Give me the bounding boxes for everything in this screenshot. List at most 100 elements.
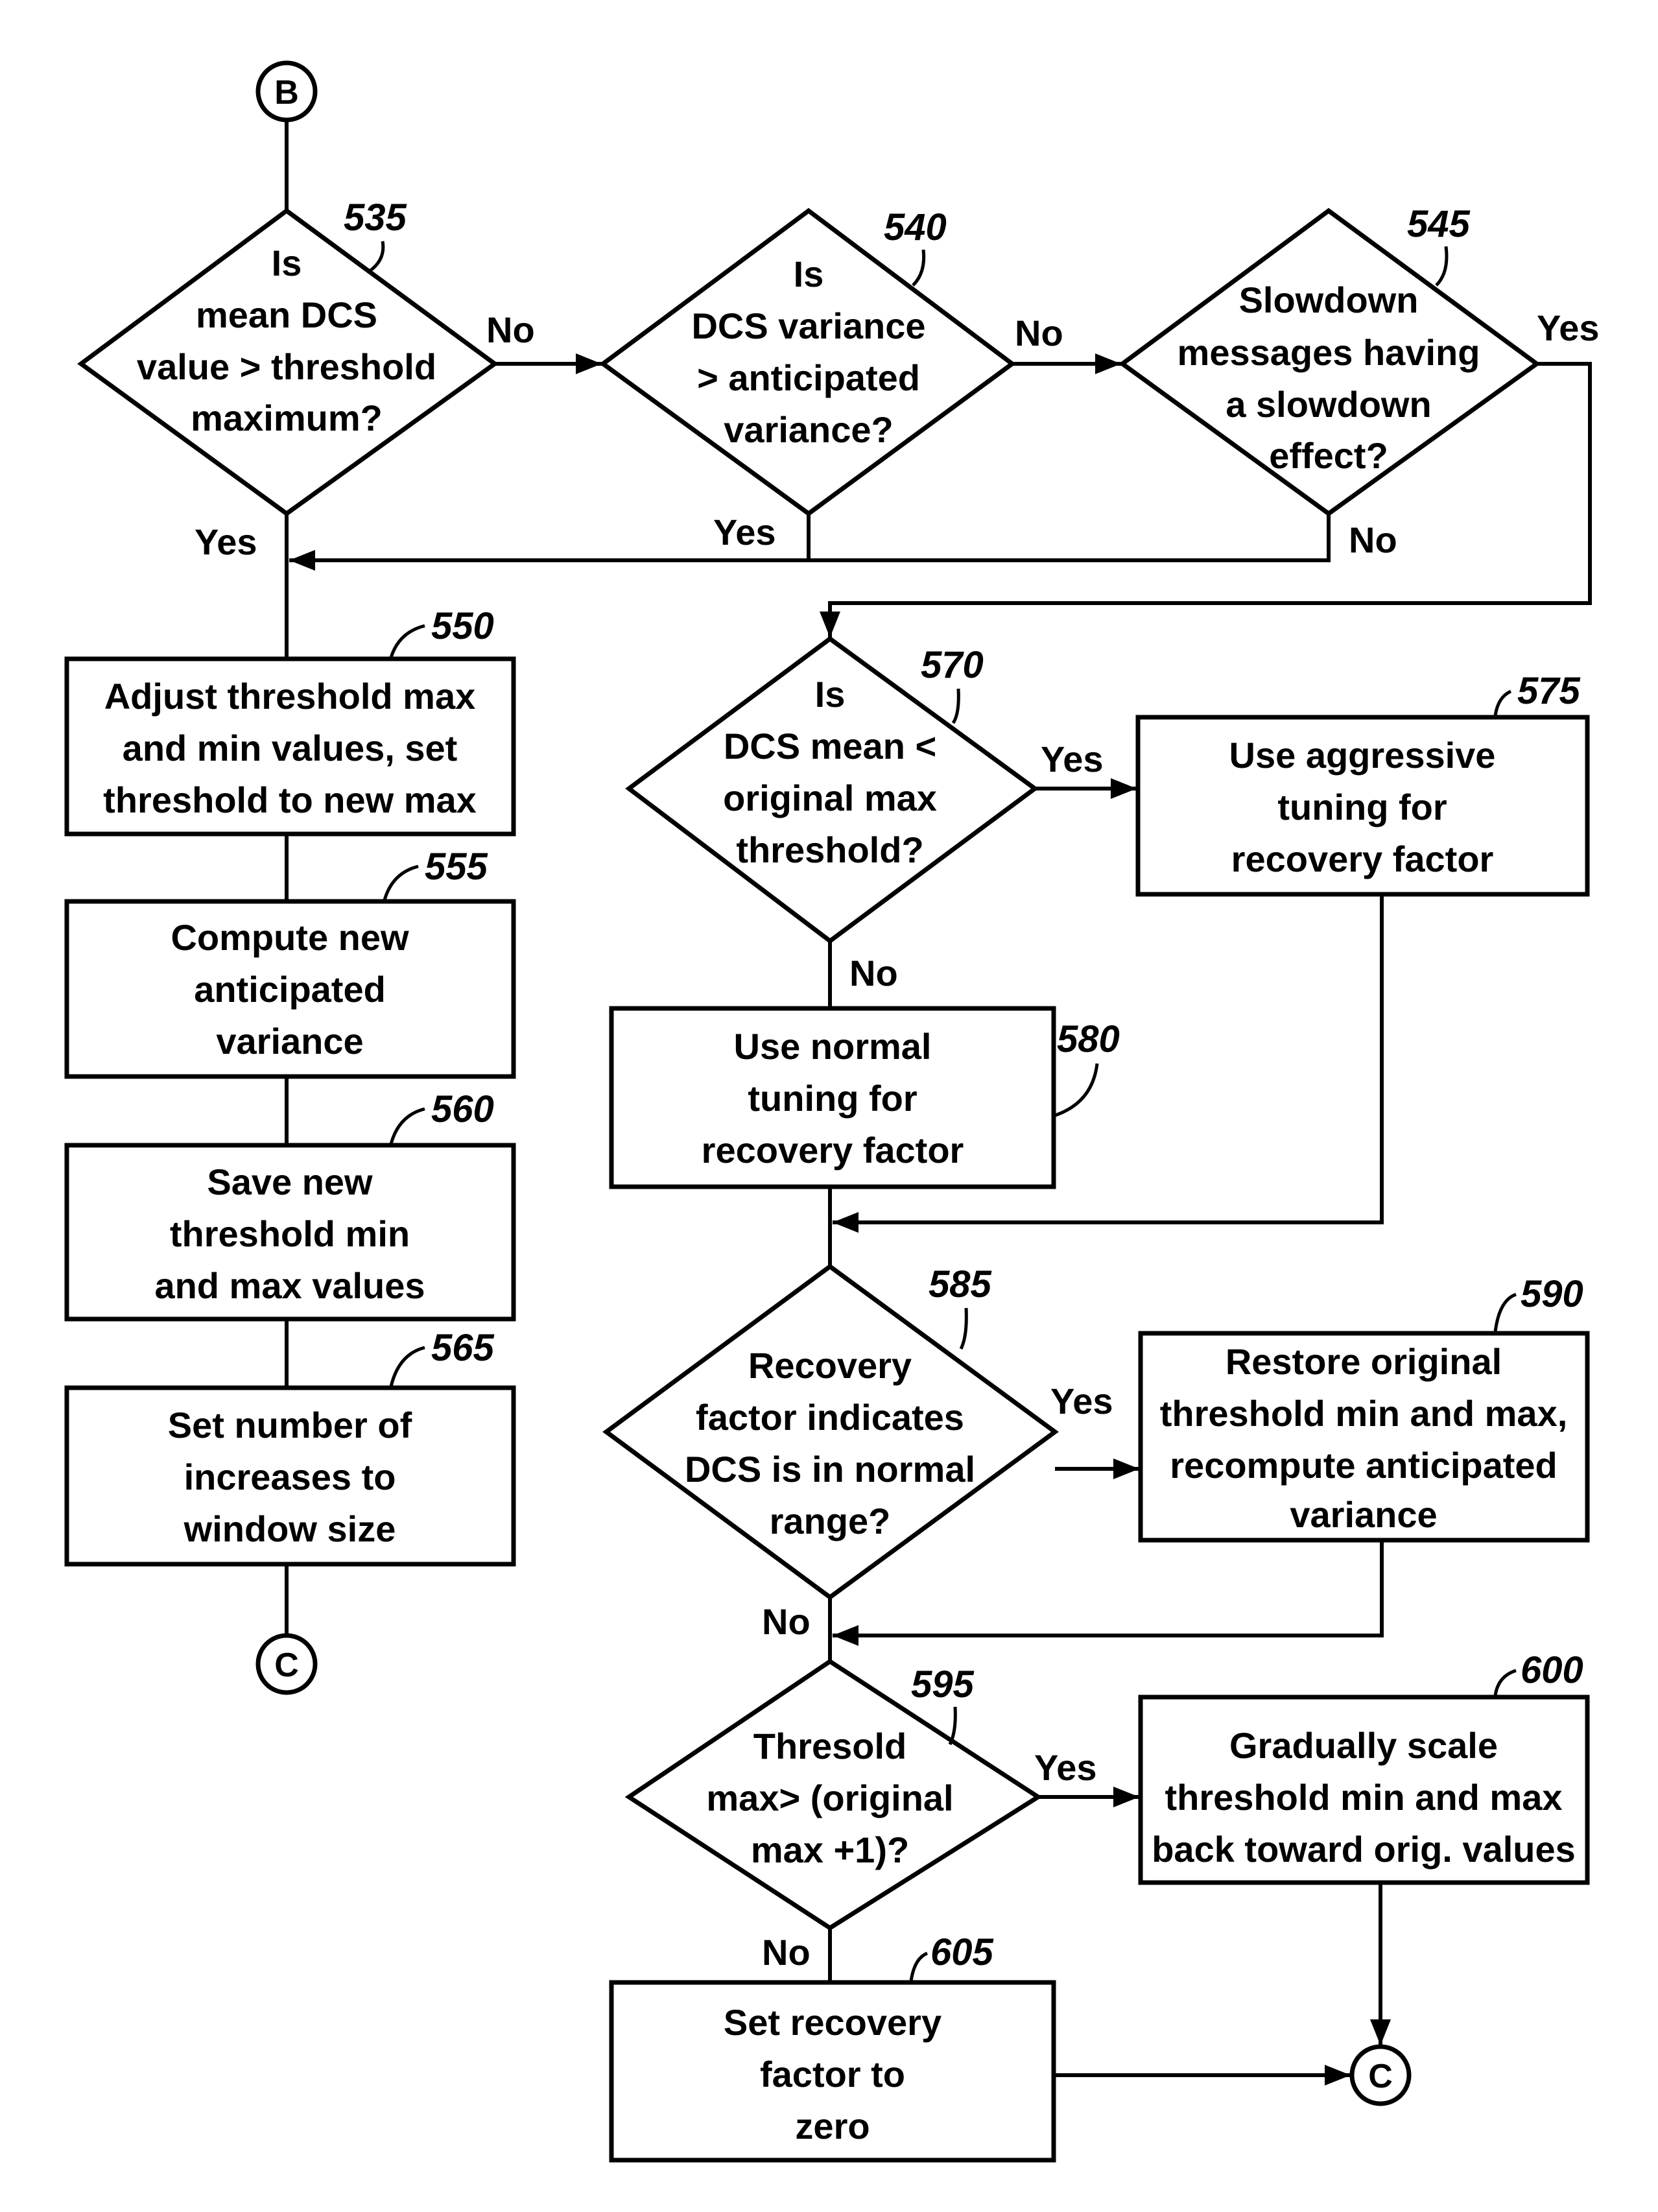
node-text: Use aggressive bbox=[1229, 735, 1496, 776]
node-text: threshold to new max bbox=[103, 779, 477, 820]
ref-570: 570 bbox=[921, 644, 984, 686]
node-text: Adjust threshold max bbox=[104, 676, 476, 717]
node-text: Use normal bbox=[734, 1026, 932, 1067]
node-text: Set number of bbox=[168, 1405, 412, 1445]
label-570-yes: Yes bbox=[1041, 739, 1104, 779]
label-535-no: No bbox=[486, 309, 535, 350]
node-text: tuning for bbox=[748, 1078, 917, 1119]
ref-595: 595 bbox=[911, 1663, 975, 1706]
node-text: maximum? bbox=[191, 398, 383, 438]
node-text: mean DCS bbox=[196, 294, 377, 335]
node-text: back toward orig. values bbox=[1152, 1829, 1576, 1870]
node-text: Set recovery bbox=[724, 2002, 942, 2043]
process-580: Use normal tuning for recovery factor bbox=[609, 1006, 1056, 1189]
node-text: effect? bbox=[1269, 435, 1388, 476]
process-555: Compute new anticipated variance bbox=[64, 899, 516, 1079]
connector-label: B bbox=[274, 74, 299, 112]
ref-585: 585 bbox=[929, 1263, 992, 1305]
node-text: window size bbox=[184, 1508, 396, 1549]
ref-535: 535 bbox=[344, 196, 407, 239]
decision-540: Is DCS variance > anticipated variance? bbox=[599, 208, 1016, 517]
node-text: Is bbox=[272, 243, 302, 283]
ref-575: 575 bbox=[1517, 670, 1581, 712]
node-text: Slowdown bbox=[1239, 279, 1419, 320]
node-text: Recovery bbox=[748, 1345, 912, 1386]
label-585-no: No bbox=[762, 1601, 811, 1642]
node-text: value > threshold bbox=[137, 346, 436, 387]
label-545-yes: Yes bbox=[1537, 307, 1600, 348]
process-575: Use aggressive tuning for recovery facto… bbox=[1135, 715, 1590, 897]
decision-535: Is mean DCS value > threshold maximum? bbox=[77, 208, 499, 517]
ref-605: 605 bbox=[930, 1931, 994, 1973]
node-text: max +1)? bbox=[751, 1829, 909, 1870]
decision-585: Recovery factor indicates DCS is in norm… bbox=[602, 1263, 1059, 1600]
node-text: range? bbox=[770, 1501, 891, 1541]
node-text: threshold? bbox=[736, 829, 923, 870]
process-600: Gradually scale threshold min and max ba… bbox=[1138, 1695, 1590, 1885]
ref-580: 580 bbox=[1057, 1018, 1120, 1060]
connector-label: C bbox=[1368, 2058, 1393, 2095]
process-560: Save new threshold min and max values bbox=[64, 1143, 516, 1322]
node-text: zero bbox=[795, 2106, 870, 2147]
label-570-no: No bbox=[849, 953, 898, 993]
node-text: > anticipated bbox=[697, 357, 920, 398]
connector-label: C bbox=[274, 1647, 299, 1684]
node-text: factor indicates bbox=[696, 1397, 964, 1438]
node-text: DCS is in normal bbox=[685, 1449, 975, 1490]
node-text: recovery factor bbox=[1231, 838, 1494, 879]
label-535-yes: Yes bbox=[195, 521, 257, 562]
node-text: Compute new bbox=[171, 917, 409, 958]
label-595-yes: Yes bbox=[1034, 1747, 1097, 1788]
node-text: messages having bbox=[1178, 332, 1480, 373]
decision-545: Slowdown messages having a slowdown effe… bbox=[1119, 208, 1541, 517]
edge-590-merge bbox=[833, 1540, 1384, 1646]
node-text: threshold min and max bbox=[1165, 1777, 1563, 1818]
node-text: Thresold bbox=[753, 1726, 906, 1766]
node-text: Gradually scale bbox=[1229, 1725, 1498, 1766]
node-text: variance bbox=[1290, 1494, 1437, 1535]
node-text: Is bbox=[794, 254, 824, 294]
node-text: Save new bbox=[207, 1161, 373, 1202]
ref-560: 560 bbox=[431, 1088, 494, 1130]
node-text: anticipated bbox=[194, 969, 386, 1010]
node-text: variance? bbox=[724, 409, 894, 450]
node-text: DCS variance bbox=[691, 305, 925, 346]
node-text: original max bbox=[723, 778, 937, 818]
label-540-no: No bbox=[1015, 313, 1063, 353]
ref-565: 565 bbox=[431, 1327, 495, 1369]
label-585-yes: Yes bbox=[1050, 1381, 1113, 1421]
node-text: Restore original bbox=[1226, 1341, 1502, 1382]
node-text: DCS mean < bbox=[724, 726, 936, 767]
node-text: threshold min bbox=[170, 1213, 410, 1254]
ref-600: 600 bbox=[1521, 1649, 1583, 1691]
node-text: factor to bbox=[760, 2054, 905, 2095]
label-540-yes: Yes bbox=[713, 512, 776, 553]
node-text: a slowdown bbox=[1226, 384, 1431, 425]
ref-545: 545 bbox=[1407, 203, 1471, 245]
node-text: threshold min and max, bbox=[1160, 1393, 1568, 1434]
label-545-no: No bbox=[1349, 519, 1397, 560]
process-605: Set recovery factor to zero bbox=[609, 1980, 1056, 2163]
ref-540: 540 bbox=[884, 206, 947, 248]
ref-555: 555 bbox=[425, 846, 488, 888]
connector-end-c-left: C bbox=[255, 1633, 318, 1695]
label-595-no: No bbox=[762, 1932, 811, 1973]
decision-595: Thresold max> (original max +1)? bbox=[624, 1658, 1043, 1931]
node-text: tuning for bbox=[1277, 787, 1447, 827]
node-text: recovery factor bbox=[702, 1130, 964, 1171]
connector-start-b: B bbox=[255, 60, 318, 123]
process-550: Adjust threshold max and min values, set… bbox=[64, 656, 516, 837]
node-text: variance bbox=[216, 1021, 363, 1062]
process-590: Restore original threshold min and max, … bbox=[1138, 1331, 1590, 1543]
node-text: Is bbox=[815, 674, 846, 715]
node-text: recompute anticipated bbox=[1170, 1445, 1557, 1486]
node-text: and min values, set bbox=[123, 728, 458, 768]
connector-end-c-right: C bbox=[1349, 2044, 1412, 2106]
process-565: Set number of increases to window size bbox=[64, 1385, 516, 1567]
node-text: and max values bbox=[154, 1265, 425, 1306]
ref-590: 590 bbox=[1521, 1273, 1583, 1315]
ref-550: 550 bbox=[431, 605, 494, 647]
node-text: max> (original bbox=[706, 1778, 953, 1818]
flowchart: B C C Is mean DCS value > threshold maxi… bbox=[64, 60, 1600, 2163]
node-text: increases to bbox=[184, 1457, 396, 1497]
